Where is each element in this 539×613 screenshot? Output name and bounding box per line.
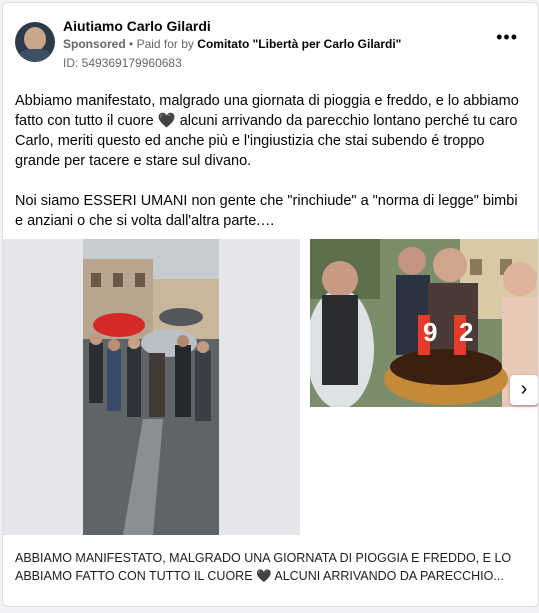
avatar-body [18,49,52,62]
media-caption[interactable]: ABBIAMO MANIFESTATO, MALGRADO UNA GIORNA… [15,549,525,585]
ad-id: ID: 549369179960683 [63,56,182,70]
carousel-item-1[interactable] [3,239,300,535]
candle-number-9: 9 [423,317,437,347]
candle-number-2: 2 [459,317,473,347]
page-avatar[interactable] [15,22,55,62]
sponsor-line: Sponsored • Paid for by Comitato "Libert… [63,37,401,51]
paid-for-by-label: Paid for by [136,37,194,51]
post-paragraph-2: Noi siamo ESSERI UMANI non gente che "ri… [15,193,518,229]
media-carousel: 9 2 › [3,239,538,535]
more-options-icon[interactable]: ••• [496,28,518,46]
post-paragraph-1: Abbiamo manifestato, malgrado una giorna… [15,93,519,169]
post-body: Abbiamo manifestato, malgrado una giorna… [15,91,521,251]
post-header: Aiutiamo Carlo Gilardi Sponsored • Paid … [3,3,538,75]
carousel-item-2[interactable]: 9 2 [310,239,538,407]
ad-post-card: Aiutiamo Carlo Gilardi Sponsored • Paid … [2,2,539,607]
protest-photo-art [83,239,219,535]
sponsored-label: Sponsored [63,37,126,51]
chevron-right-icon[interactable]: › [510,375,538,405]
birthday-cake-photo: 9 2 [310,239,538,407]
meta-separator: • [129,37,134,51]
sponsor-name-link[interactable]: Comitato "Libertà per Carlo Gilardi" [197,37,401,51]
page-name-link[interactable]: Aiutiamo Carlo Gilardi [63,18,211,34]
avatar-head [24,27,46,51]
protest-photo [83,239,219,535]
